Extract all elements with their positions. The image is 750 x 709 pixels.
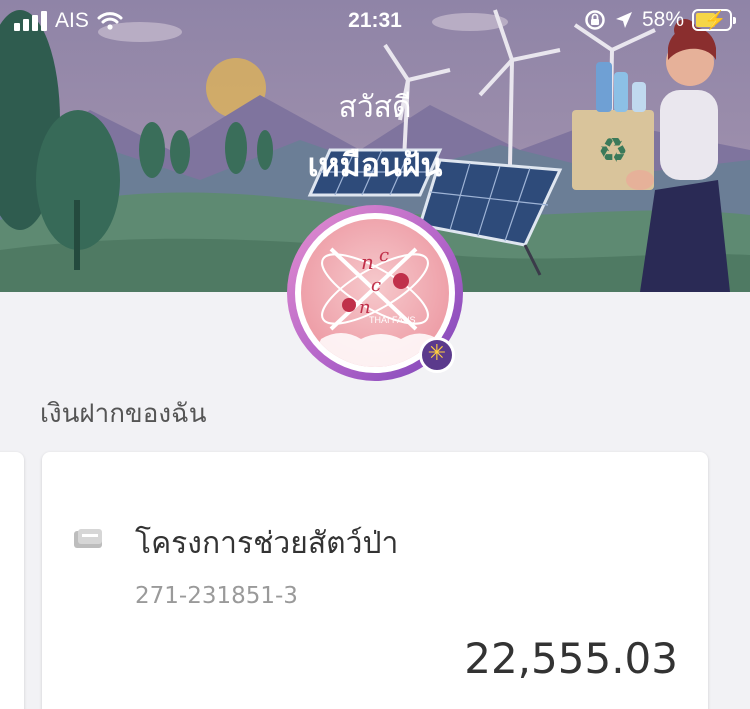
svg-text:c: c [379, 245, 389, 266]
account-card[interactable]: โครงการช่วยสัตว์ป่า 271-231851-3 22,555.… [42, 452, 708, 709]
status-bar: AIS 21:31 58% ⚡ [0, 0, 750, 44]
previous-card[interactable] [0, 452, 24, 709]
battery-icon: ⚡ [692, 9, 736, 31]
location-icon [615, 12, 632, 28]
svg-text:n: n [361, 250, 374, 274]
avatar-text: THAI FANS [369, 315, 416, 325]
rotation-lock-icon [585, 10, 605, 30]
user-name: เหมือนฝัน [307, 146, 443, 184]
account-number: 271-231851-3 [135, 583, 298, 609]
sparkle-icon: ✳ [419, 337, 455, 373]
account-balance: 22,555.03 [464, 634, 678, 683]
card-icon [72, 528, 104, 554]
svg-text:c: c [371, 275, 381, 296]
account-name: โครงการช่วยสัตว์ป่า [135, 526, 399, 561]
greeting-text: สวัสดี [338, 90, 412, 125]
section-title: เงินฝากของฉัน [40, 399, 207, 429]
battery-percent: 58% [641, 8, 684, 31]
